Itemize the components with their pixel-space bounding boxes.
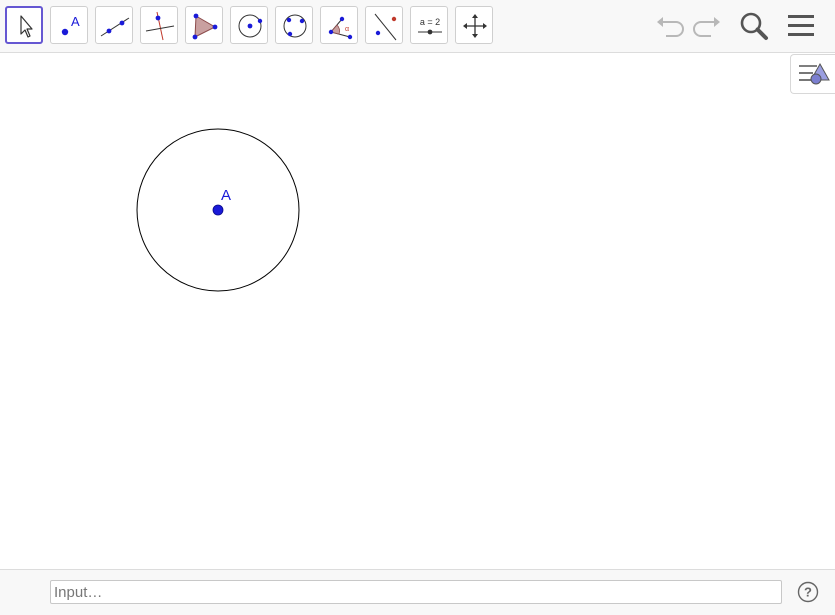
line-tool-button[interactable] xyxy=(95,6,133,44)
redo-button[interactable] xyxy=(689,8,725,44)
style-bar-icon xyxy=(799,62,830,85)
graphics-canvas: A xyxy=(136,128,300,292)
point-a-label: A xyxy=(221,187,231,204)
point-tool-label: A xyxy=(71,14,80,29)
undo-button[interactable] xyxy=(652,8,688,44)
point-a[interactable] xyxy=(212,204,224,216)
point-icon: A xyxy=(61,14,80,36)
arrow-cursor-icon xyxy=(20,15,33,38)
hamburger-menu-icon xyxy=(788,15,814,36)
search-button[interactable] xyxy=(736,8,772,44)
style-bar-toggle[interactable] xyxy=(790,54,835,94)
svg-text:α: α xyxy=(345,26,349,33)
move-tool-button[interactable] xyxy=(5,6,43,44)
graphics-view[interactable]: A xyxy=(0,53,835,569)
input-bar: ? xyxy=(0,569,835,615)
algebra-input-field[interactable] xyxy=(50,580,782,604)
circle-center-point-tool-button[interactable] xyxy=(230,6,268,44)
svg-text:?: ? xyxy=(804,585,812,600)
angle-icon: α xyxy=(328,16,353,40)
reflect-about-line-icon xyxy=(374,13,397,41)
main-menu-button[interactable] xyxy=(783,8,819,44)
move-graphics-view-icon xyxy=(463,14,487,38)
point-tool-button[interactable]: A xyxy=(50,6,88,44)
redo-icon xyxy=(693,17,720,37)
circle-three-points-tool-button[interactable] xyxy=(275,6,313,44)
slider-icon: a = 2 xyxy=(418,17,442,35)
circle-center-point-icon xyxy=(238,14,263,38)
slider-tool-button[interactable]: a = 2 xyxy=(410,6,448,44)
toolbar: A α a = 2 xyxy=(0,0,835,53)
angle-tool-button[interactable]: α xyxy=(320,6,358,44)
reflect-tool-button[interactable] xyxy=(365,6,403,44)
search-icon xyxy=(740,12,768,40)
slider-tool-label: a = 2 xyxy=(420,17,440,27)
circle-three-points-icon xyxy=(283,14,307,38)
perpendicular-line-icon xyxy=(145,11,175,41)
move-graphics-view-tool-button[interactable] xyxy=(455,6,493,44)
polygon-icon xyxy=(192,13,218,40)
help-icon[interactable]: ? xyxy=(797,581,819,603)
perpendicular-line-tool-button[interactable] xyxy=(140,6,178,44)
undo-icon xyxy=(657,17,684,37)
line-icon xyxy=(100,17,130,37)
polygon-tool-button[interactable] xyxy=(185,6,223,44)
